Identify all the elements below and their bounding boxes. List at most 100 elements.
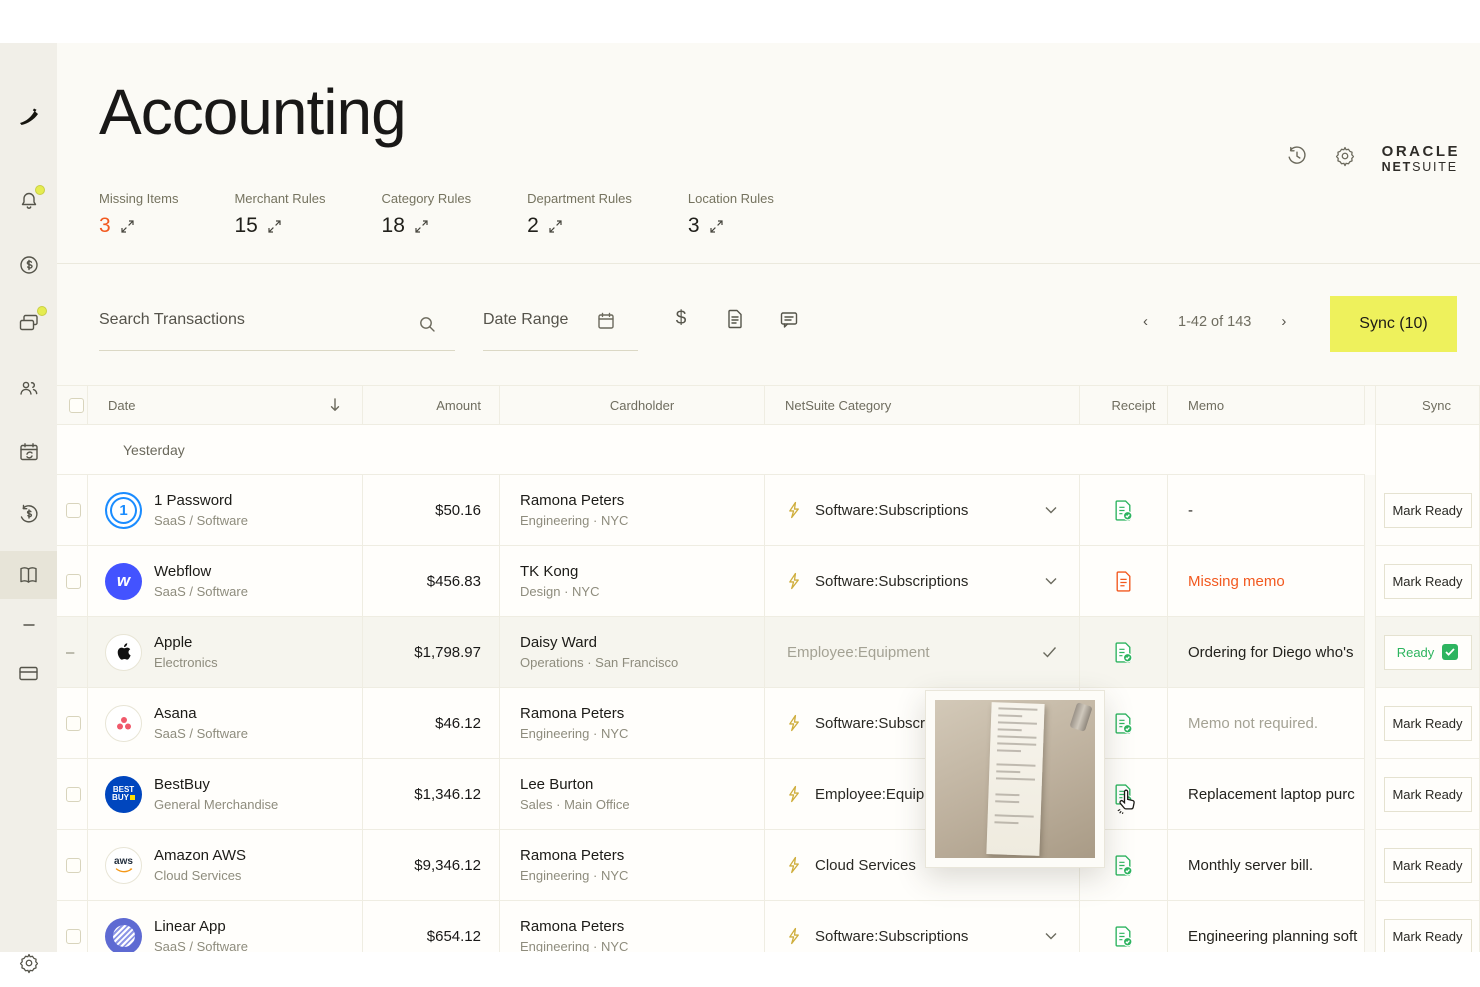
- ready-check-icon: [1442, 644, 1458, 660]
- cardholder: Lee Burton: [520, 776, 764, 793]
- receipt-ok-icon[interactable]: [1114, 500, 1133, 521]
- cardholder: Ramona Peters: [520, 705, 764, 722]
- category-select[interactable]: Software:Subscriptions: [765, 546, 1080, 617]
- memo[interactable]: Ordering for Diego who's: [1168, 617, 1365, 688]
- col-cardholder[interactable]: Cardholder: [500, 385, 765, 425]
- chevron-down-icon: [1045, 932, 1057, 940]
- col-date[interactable]: Date: [108, 398, 135, 413]
- sync-button[interactable]: Sync (10): [1330, 296, 1457, 352]
- sidebar-item-billing[interactable]: [0, 243, 57, 287]
- ramp-logo-icon[interactable]: [0, 95, 57, 139]
- sidebar-item-notifications[interactable]: [0, 179, 57, 223]
- amount: $1,798.97: [363, 617, 500, 688]
- auto-suggest-lightning-icon: [787, 927, 802, 945]
- stat-department-rules[interactable]: Department Rules 2: [527, 191, 632, 238]
- notification-badge: [35, 185, 45, 195]
- category-select[interactable]: Software:Subscriptions: [765, 901, 1080, 952]
- mark-ready-button[interactable]: Mark Ready: [1384, 493, 1472, 528]
- mark-ready-button[interactable]: Mark Ready: [1384, 848, 1472, 883]
- sidebar-item-people[interactable]: [0, 366, 57, 410]
- oracle-netsuite-logo: ORACLE NETSUITE: [1382, 143, 1460, 175]
- page-title: Accounting: [99, 75, 406, 149]
- sort-desc-icon[interactable]: [328, 397, 342, 413]
- col-amount[interactable]: Amount: [363, 385, 500, 425]
- col-receipt: Receipt: [1080, 385, 1168, 425]
- table-row: BESTBUY BestBuyGeneral Merchandise $1,34…: [57, 759, 1480, 830]
- stat-missing-items[interactable]: Missing Items 3: [99, 191, 178, 238]
- receipt-filter-icon[interactable]: [725, 309, 745, 329]
- memo[interactable]: Replacement laptop purc: [1168, 759, 1365, 830]
- memo-filter-icon[interactable]: [779, 309, 799, 329]
- amount: $1,346.12: [363, 759, 500, 830]
- date-group-row: Yesterday: [57, 425, 1480, 475]
- cardholder: Daisy Ward: [520, 634, 764, 651]
- table-row: 1 1 PasswordSaaS / Software $50.16 Ramon…: [57, 475, 1480, 546]
- check-icon: [1042, 646, 1057, 658]
- amount: $46.12: [363, 688, 500, 759]
- row-dash-indicator[interactable]: –: [66, 644, 74, 661]
- mark-ready-button[interactable]: Mark Ready: [1384, 564, 1472, 599]
- merchant-logo-linear: [105, 918, 142, 953]
- mark-ready-button[interactable]: Mark Ready: [1384, 919, 1472, 953]
- memo[interactable]: Missing memo: [1168, 546, 1365, 617]
- sidebar-item-accounting[interactable]: [0, 551, 57, 599]
- mark-ready-button[interactable]: Mark Ready: [1384, 706, 1472, 741]
- receipt-missing-icon[interactable]: [1115, 571, 1132, 592]
- next-page-button[interactable]: ›: [1277, 311, 1290, 332]
- cards-badge: [37, 306, 47, 316]
- filter-icons: $: [671, 309, 799, 329]
- sidebar-item-card[interactable]: [0, 651, 57, 695]
- history-icon[interactable]: [1286, 145, 1308, 172]
- merchant-logo-aws: aws: [105, 847, 142, 884]
- table-header: Date Amount Cardholder NetSuite Category…: [57, 385, 1480, 425]
- col-category[interactable]: NetSuite Category: [765, 385, 1080, 425]
- row-checkbox[interactable]: [66, 929, 81, 944]
- sync-settings-gear-icon[interactable]: [1334, 145, 1356, 172]
- sidebar-item-collapse[interactable]: [0, 603, 57, 647]
- memo[interactable]: -: [1168, 475, 1365, 546]
- select-all-checkbox[interactable]: [69, 398, 84, 413]
- row-checkbox[interactable]: [66, 574, 81, 589]
- auto-suggest-lightning-icon: [787, 572, 802, 590]
- row-checkbox[interactable]: [66, 503, 81, 518]
- receipt-ok-icon[interactable]: [1114, 855, 1133, 876]
- amount: $9,346.12: [363, 830, 500, 901]
- row-checkbox[interactable]: [66, 858, 81, 873]
- stat-location-rules[interactable]: Location Rules 3: [688, 191, 774, 238]
- transactions-table: Date Amount Cardholder NetSuite Category…: [57, 385, 1480, 952]
- sidebar-item-cards[interactable]: [0, 301, 57, 345]
- mark-ready-button[interactable]: Mark Ready: [1384, 777, 1472, 812]
- stat-merchant-rules[interactable]: Merchant Rules 15: [234, 191, 325, 238]
- row-checkbox[interactable]: [66, 787, 81, 802]
- table-row: w WebflowSaaS / Software $456.83 TK Kong…: [57, 546, 1480, 617]
- stat-category-rules[interactable]: Category Rules 18: [382, 191, 472, 238]
- search-field: [99, 301, 455, 351]
- sidebar-item-calendar-sync[interactable]: [0, 430, 57, 474]
- search-input[interactable]: [99, 301, 419, 329]
- cardholder: Ramona Peters: [520, 492, 764, 509]
- memo[interactable]: Engineering planning soft: [1168, 901, 1365, 952]
- sidebar-item-settings[interactable]: [0, 941, 57, 985]
- receipt-preview-popup: [925, 690, 1105, 868]
- pagination: ‹ 1-42 of 143 ›: [1139, 311, 1290, 332]
- category-select[interactable]: Software:Subscriptions: [765, 475, 1080, 546]
- receipt-ok-icon[interactable]: [1114, 713, 1133, 734]
- date-range-picker[interactable]: Date Range: [483, 301, 638, 351]
- table-row: – AppleElectronics $1,798.97 Daisy WardO…: [57, 617, 1480, 688]
- expand-icon: [710, 220, 723, 233]
- receipt-ok-icon[interactable]: [1114, 642, 1133, 663]
- memo[interactable]: Monthly server bill.: [1168, 830, 1365, 901]
- prev-page-button[interactable]: ‹: [1139, 311, 1152, 332]
- table-row: aws Amazon AWSCloud Services $9,346.12 R…: [57, 830, 1480, 901]
- sidebar-item-cashback[interactable]: [0, 492, 57, 536]
- memo[interactable]: Memo not required.: [1168, 688, 1365, 759]
- row-checkbox[interactable]: [66, 716, 81, 731]
- sidebar: [0, 43, 57, 952]
- amount-filter-icon[interactable]: $: [671, 309, 691, 329]
- col-sync: Sync: [1375, 385, 1480, 425]
- ready-button[interactable]: Ready: [1384, 635, 1472, 670]
- receipt-ok-icon[interactable]: [1114, 926, 1133, 947]
- stats-row: Missing Items 3 Merchant Rules 15 Catego…: [99, 191, 774, 238]
- receipt-photo: [935, 700, 1095, 858]
- merchant-logo-bestbuy: BESTBUY: [105, 776, 142, 813]
